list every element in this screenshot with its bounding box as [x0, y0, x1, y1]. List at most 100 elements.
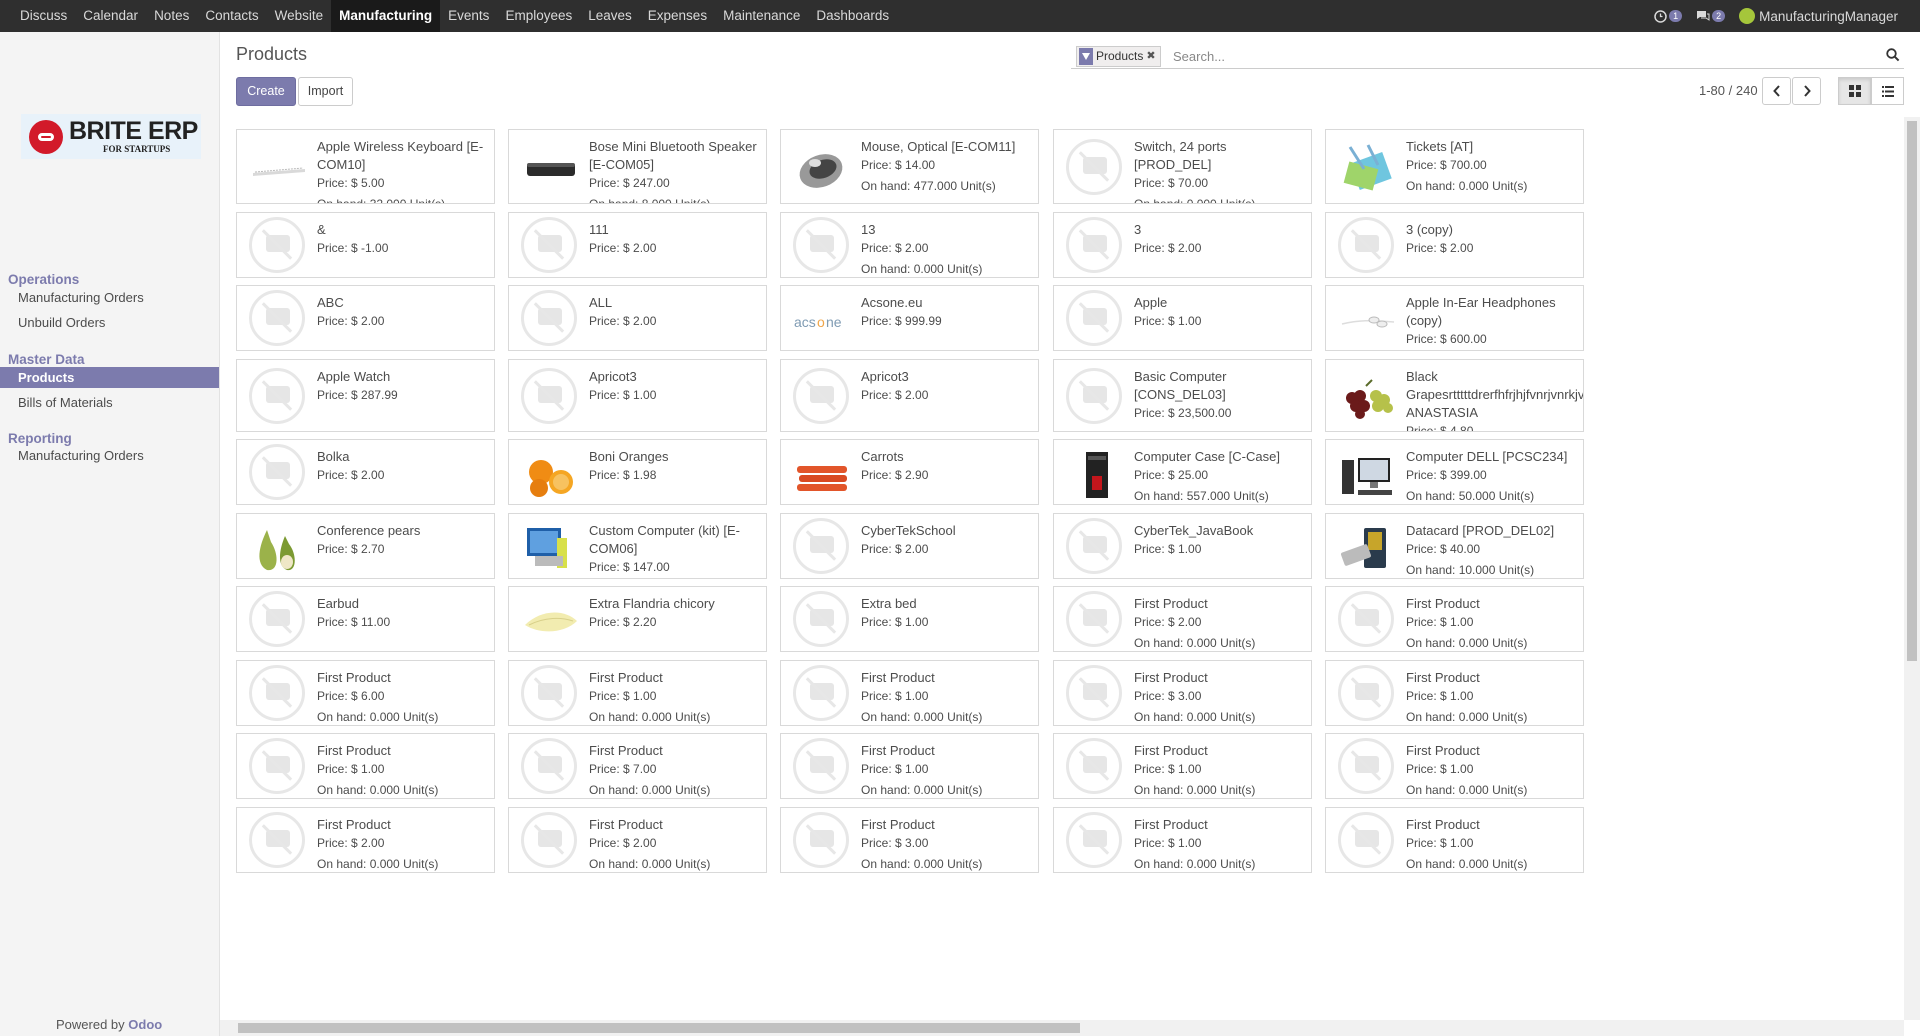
app-website[interactable]: Website — [267, 0, 332, 32]
search-input[interactable] — [1171, 45, 1825, 67]
product-card[interactable]: Apricot3 Price: $ 1.00 — [508, 359, 767, 432]
product-card[interactable]: Switch, 24 ports [PROD_DEL] Price: $ 70.0… — [1053, 129, 1312, 204]
product-card[interactable]: First Product Price: $ 1.00 On hand: 0.000… — [1053, 733, 1312, 799]
app-manufacturing[interactable]: Manufacturing — [331, 0, 441, 32]
app-maintenance[interactable]: Maintenance — [715, 0, 808, 32]
product-card[interactable]: ABC Price: $ 2.00 — [236, 285, 495, 351]
product-price: Price: $ 1.00 — [1134, 314, 1202, 328]
product-card[interactable]: First Product Price: $ 3.00 On hand: 0.000… — [780, 807, 1039, 873]
app-discuss[interactable]: Discuss — [12, 0, 75, 32]
product-card[interactable]: First Product Price: $ 3.00 On hand: 0.000… — [1053, 660, 1312, 726]
product-name: First Product — [1406, 670, 1480, 685]
product-card[interactable]: ALL Price: $ 2.00 — [508, 285, 767, 351]
remove-facet-icon[interactable]: ✖ — [1146, 47, 1155, 66]
messaging-menu[interactable]: 2 — [1696, 10, 1726, 22]
product-card[interactable]: First Product Price: $ 1.00 On hand: 0.000… — [1325, 733, 1584, 799]
product-card[interactable]: CyberTekSchool Price: $ 2.00 — [780, 513, 1039, 579]
product-card[interactable]: Extra bed Price: $ 1.00 — [780, 586, 1039, 652]
product-card[interactable]: Extra Flandria chicory Price: $ 2.20 — [508, 586, 767, 652]
product-card[interactable]: First Product Price: $ 2.00 On hand: 0.000… — [1053, 586, 1312, 652]
sidebar-item-manufacturing-orders[interactable]: Manufacturing Orders — [0, 287, 219, 308]
pager-previous-button[interactable] — [1762, 77, 1791, 105]
sidebar-item-unbuild-orders[interactable]: Unbuild Orders — [0, 312, 219, 333]
app-contacts[interactable]: Contacts — [197, 0, 266, 32]
odoo-link[interactable]: Odoo — [128, 1017, 162, 1032]
import-button[interactable]: Import — [298, 77, 353, 106]
breadcrumb: Products — [236, 44, 308, 64]
scrollbar-thumb[interactable] — [238, 1023, 1080, 1033]
product-info: First Product Price: $ 3.00 On hand: 0.000… — [861, 816, 1034, 872]
create-button[interactable]: Create — [236, 77, 296, 106]
product-card[interactable]: Black Grapesrtttttdrerfhfrjhjfvnrjvnrkjv… — [1325, 359, 1584, 432]
product-card[interactable]: CyberTek_JavaBook Price: $ 1.00 — [1053, 513, 1312, 579]
product-on-hand: On hand: 0.000 Unit(s) — [589, 710, 711, 724]
search-icon[interactable] — [1886, 48, 1900, 62]
company-logo[interactable]: BRITE ERP FOR STARTUPS — [21, 114, 201, 159]
activity-menu[interactable]: 1 — [1654, 9, 1683, 23]
vertical-scrollbar[interactable] — [1904, 117, 1920, 1020]
user-menu[interactable]: ManufacturingManager — [1739, 8, 1898, 24]
product-card[interactable]: Bose Mini Bluetooth Speaker [E-COM05] Pri… — [508, 129, 767, 204]
product-image-tickets — [1338, 139, 1398, 199]
app-leaves[interactable]: Leaves — [580, 0, 640, 32]
product-card[interactable]: First Product Price: $ 1.00 On hand: 0.000… — [780, 733, 1039, 799]
sidebar-item-manufacturing-orders[interactable]: Manufacturing Orders — [0, 445, 219, 466]
product-card[interactable]: Apple In-Ear Headphones (copy) Price: $ 6… — [1325, 285, 1584, 351]
product-card[interactable]: First Product Price: $ 2.00 On hand: 0.000… — [508, 807, 767, 873]
sidebar-item-bills-of-materials[interactable]: Bills of Materials — [0, 392, 219, 413]
product-card[interactable]: First Product Price: $ 1.00 On hand: 0.000… — [508, 660, 767, 726]
scrollbar-thumb[interactable] — [1907, 121, 1917, 661]
product-card[interactable]: Apple Watch Price: $ 287.99 — [236, 359, 495, 432]
app-dashboards[interactable]: Dashboards — [808, 0, 897, 32]
product-card[interactable]: First Product Price: $ 2.00 On hand: 0.000… — [236, 807, 495, 873]
product-card[interactable]: Bolka Price: $ 2.00 — [236, 439, 495, 505]
app-events[interactable]: Events — [440, 0, 497, 32]
app-notes[interactable]: Notes — [146, 0, 197, 32]
pager-next-button[interactable] — [1792, 77, 1821, 105]
product-card[interactable]: 3 (copy) Price: $ 2.00 — [1325, 212, 1584, 278]
list-view-button[interactable] — [1871, 77, 1904, 105]
search-facet[interactable]: Products ✖ — [1076, 46, 1161, 67]
product-price: Price: $ 1.00 — [861, 689, 929, 703]
no-image-placeholder-icon — [521, 217, 577, 273]
horizontal-scrollbar[interactable] — [220, 1020, 1904, 1036]
product-card[interactable]: Mouse, Optical [E-COM11] Price: $ 14.00 On… — [780, 129, 1039, 204]
product-card[interactable]: First Product Price: $ 1.00 On hand: 0.000… — [1053, 807, 1312, 873]
product-card[interactable]: 13 Price: $ 2.00 On hand: 0.000 Unit(s) — [780, 212, 1039, 278]
product-card[interactable]: First Product Price: $ 1.00 On hand: 0.000… — [1325, 660, 1584, 726]
product-card[interactable]: Carrots Price: $ 2.90 — [780, 439, 1039, 505]
product-card[interactable]: First Product Price: $ 1.00 On hand: 0.000… — [1325, 586, 1584, 652]
product-card[interactable]: Apricot3 Price: $ 2.00 — [780, 359, 1039, 432]
product-name: ALL — [589, 295, 613, 310]
kanban-view-button[interactable] — [1838, 77, 1871, 105]
pager-value[interactable]: 1-80 / 240 — [1699, 83, 1758, 98]
app-calendar[interactable]: Calendar — [75, 0, 146, 32]
sidebar-item-products[interactable]: Products — [0, 367, 219, 388]
product-card[interactable]: First Product Price: $ 1.00 On hand: 0.000… — [780, 660, 1039, 726]
product-card[interactable]: Apple Price: $ 1.00 — [1053, 285, 1312, 351]
product-card[interactable]: Conference pears Price: $ 2.70 — [236, 513, 495, 579]
product-card[interactable]: & Price: $ -1.00 — [236, 212, 495, 278]
product-card[interactable]: Custom Computer (kit) [E-COM06] Price: $ … — [508, 513, 767, 579]
product-card[interactable]: First Product Price: $ 7.00 On hand: 0.000… — [508, 733, 767, 799]
product-card[interactable]: Basic Computer [CONS_DEL03] Price: $ 23,5… — [1053, 359, 1312, 432]
product-on-hand: On hand: 0.000 Unit(s) — [1134, 197, 1256, 204]
top-navbar: Discuss Calendar Notes Contacts Website Manuf… — [0, 0, 1920, 32]
product-card[interactable]: Computer Case [C-Case] Price: $ 25.00 On h… — [1053, 439, 1312, 505]
product-card[interactable]: 3 Price: $ 2.00 — [1053, 212, 1312, 278]
product-card[interactable]: First Product Price: $ 1.00 On hand: 0.000… — [1325, 807, 1584, 873]
product-card[interactable]: acs o ne Acsone.eu Price: $ 999.99 — [780, 285, 1039, 351]
app-employees[interactable]: Employees — [497, 0, 580, 32]
product-card[interactable]: First Product Price: $ 1.00 On hand: 0.000… — [236, 733, 495, 799]
product-card[interactable]: Computer DELL [PCSC234] Price: $ 399.00 On… — [1325, 439, 1584, 505]
product-card[interactable]: Datacard [PROD_DEL02] Price: $ 40.00 On ha… — [1325, 513, 1584, 579]
product-info: Datacard [PROD_DEL02] Price: $ 40.00 On ha… — [1406, 522, 1579, 578]
app-expenses[interactable]: Expenses — [640, 0, 715, 32]
product-card[interactable]: 111 Price: $ 2.00 — [508, 212, 767, 278]
product-card[interactable]: Boni Oranges Price: $ 1.98 — [508, 439, 767, 505]
product-card[interactable]: Earbud Price: $ 11.00 — [236, 586, 495, 652]
product-on-hand: On hand: 0.000 Unit(s) — [861, 783, 983, 797]
product-card[interactable]: Tickets [AT] Price: $ 700.00 On hand: 0.00… — [1325, 129, 1584, 204]
product-card[interactable]: First Product Price: $ 6.00 On hand: 0.000… — [236, 660, 495, 726]
product-card[interactable]: Apple Wireless Keyboard [E-COM10] Price: … — [236, 129, 495, 204]
